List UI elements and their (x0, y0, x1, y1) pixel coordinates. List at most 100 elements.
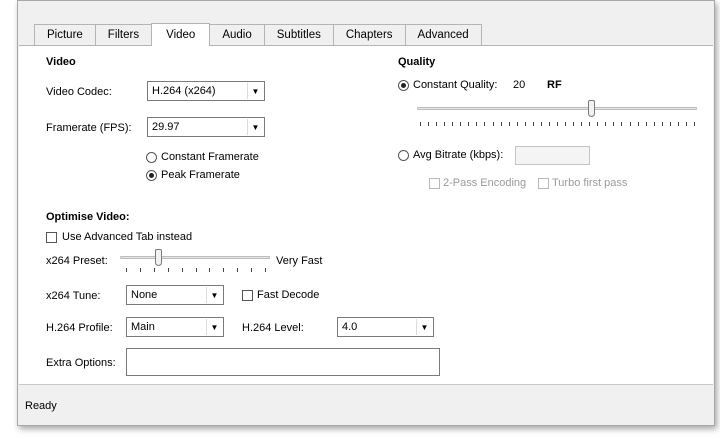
h264-level-value: 4.0 (342, 321, 358, 333)
quality-slider-track[interactable] (417, 107, 697, 110)
slider-tick (653, 122, 655, 126)
turbo-first-pass-label: Turbo first pass (552, 177, 628, 189)
slider-tick (597, 122, 599, 126)
extra-options-input[interactable] (126, 348, 440, 376)
slider-tick (621, 122, 623, 126)
slider-tick (629, 122, 631, 126)
slider-tick (167, 268, 169, 272)
two-pass-label: 2-Pass Encoding (443, 177, 527, 189)
framerate-label: Framerate (FPS): (46, 122, 132, 134)
slider-tick (209, 268, 211, 272)
slider-tick (669, 122, 671, 126)
peak-framerate-label: Peak Framerate (161, 169, 240, 181)
slider-tick (428, 122, 430, 126)
video-tab-panel: Video Video Codec: H.264 (x264) ▼ Framer… (19, 45, 713, 385)
h264-profile-select[interactable]: Main ▼ (126, 317, 224, 337)
turbo-first-pass-checkbox[interactable] (538, 178, 549, 189)
slider-tick (181, 268, 183, 272)
tab-advanced[interactable]: Advanced (404, 24, 482, 45)
slider-tick (484, 122, 486, 126)
status-text: Ready (25, 400, 57, 412)
status-bar: Ready (19, 386, 713, 425)
chevron-down-icon: ▼ (206, 287, 222, 303)
slider-tick (452, 122, 454, 126)
slider-tick (548, 122, 550, 126)
slider-tick (613, 122, 615, 126)
x264-tune-label: x264 Tune: (46, 290, 101, 302)
slider-tick (492, 122, 494, 126)
slider-tick (516, 122, 518, 126)
avg-bitrate-input[interactable] (515, 146, 590, 165)
h264-level-select[interactable]: 4.0 ▼ (337, 317, 434, 337)
slider-tick (661, 122, 663, 126)
slider-tick (637, 122, 639, 126)
avg-bitrate-label: Avg Bitrate (kbps): (413, 149, 504, 161)
x264-tune-select[interactable]: None ▼ (126, 285, 224, 305)
preset-slider-track[interactable] (120, 256, 270, 259)
slider-tick (444, 122, 446, 126)
slider-tick (645, 122, 647, 126)
slider-tick (265, 268, 266, 272)
slider-tick (460, 122, 462, 126)
h264-profile-value: Main (131, 321, 155, 333)
slider-tick (694, 122, 695, 126)
slider-tick (524, 122, 526, 126)
slider-tick (540, 122, 542, 126)
tab-audio[interactable]: Audio (209, 24, 265, 45)
framerate-select[interactable]: 29.97 ▼ (147, 117, 265, 137)
quality-heading: Quality (398, 56, 436, 68)
app-window: Picture Filters Video Audio Subtitles Ch… (17, 0, 715, 426)
video-codec-label: Video Codec: (46, 86, 112, 98)
video-heading: Video (46, 56, 76, 68)
slider-tick (508, 122, 510, 126)
slider-tick (500, 122, 502, 126)
constant-framerate-label: Constant Framerate (161, 151, 259, 163)
h264-level-label: H.264 Level: (242, 322, 304, 334)
video-codec-value: H.264 (x264) (152, 85, 216, 97)
slider-tick (139, 268, 141, 272)
optimise-heading: Optimise Video: (46, 211, 130, 223)
constant-framerate-radio[interactable] (146, 152, 157, 163)
preset-slider-thumb[interactable] (154, 249, 162, 266)
slider-tick (153, 268, 155, 272)
preset-slider-ticks (126, 268, 266, 272)
x264-preset-label: x264 Preset: (46, 255, 108, 267)
h264-profile-label: H.264 Profile: (46, 322, 113, 334)
tab-chapters[interactable]: Chapters (332, 24, 406, 45)
tab-filters[interactable]: Filters (94, 24, 153, 45)
quality-slider-ticks (420, 122, 695, 126)
peak-framerate-radio[interactable] (146, 170, 157, 181)
slider-tick (589, 122, 591, 126)
slider-tick (420, 122, 421, 126)
slider-tick (251, 268, 253, 272)
framerate-value: 29.97 (152, 121, 180, 133)
avg-bitrate-radio[interactable] (398, 150, 409, 161)
tab-picture[interactable]: Picture (34, 24, 96, 45)
x264-tune-value: None (131, 289, 158, 301)
chevron-down-icon: ▼ (416, 319, 432, 335)
fast-decode-checkbox[interactable] (242, 290, 253, 301)
constant-quality-value: 20 (513, 79, 526, 91)
preset-value: Very Fast (276, 255, 323, 267)
chevron-down-icon: ▼ (206, 319, 222, 335)
rf-label: RF (547, 79, 562, 91)
constant-quality-radio[interactable] (398, 80, 409, 91)
slider-tick (223, 268, 225, 272)
slider-tick (195, 268, 197, 272)
slider-tick (677, 122, 679, 126)
slider-tick (565, 122, 567, 126)
use-advanced-tab-checkbox[interactable] (46, 232, 57, 243)
constant-quality-label: Constant Quality: (413, 79, 498, 91)
tab-subtitles[interactable]: Subtitles (263, 24, 334, 45)
tab-bar: Picture Filters Video Audio Subtitles Ch… (34, 23, 482, 46)
video-codec-select[interactable]: H.264 (x264) ▼ (147, 81, 265, 101)
chevron-down-icon: ▼ (247, 119, 263, 135)
tab-video[interactable]: Video (151, 23, 211, 46)
slider-tick (605, 122, 607, 126)
slider-tick (581, 122, 583, 126)
slider-tick (557, 122, 558, 126)
quality-slider-thumb[interactable] (587, 100, 595, 117)
use-advanced-tab-label: Use Advanced Tab instead (62, 231, 193, 243)
two-pass-checkbox[interactable] (429, 178, 440, 189)
slider-tick (237, 268, 239, 272)
